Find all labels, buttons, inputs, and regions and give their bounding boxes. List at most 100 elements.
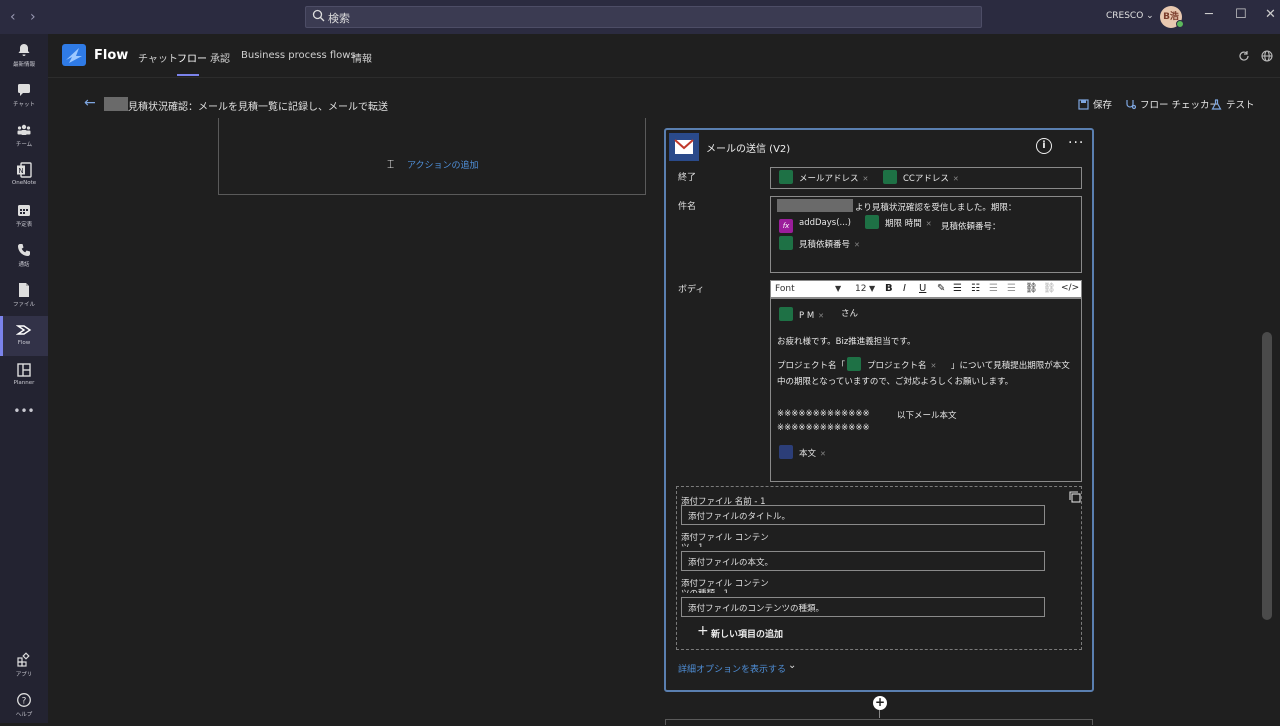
minimize-button[interactable]: ─ (1205, 7, 1213, 22)
search-placeholder: 検索 (328, 12, 350, 25)
rail-item-teams[interactable]: チーム (0, 116, 48, 156)
token-body[interactable]: 本文 ✕ (779, 445, 826, 461)
rail-item-files[interactable]: ファイル (0, 276, 48, 316)
rail-item-label: アプリ (15, 672, 33, 678)
flask-icon (1211, 99, 1222, 110)
body-text: 」について見積提出期限が本文 (951, 361, 1070, 371)
rail-item-calendar[interactable]: 予定表 (0, 196, 48, 236)
card-more-icon[interactable]: ··· (1068, 135, 1084, 151)
token-adddays[interactable]: fx addDays(...) (779, 215, 851, 233)
more-icon: ••• (13, 404, 35, 418)
chevron-down-icon[interactable]: ▼ (835, 284, 841, 293)
title-bar: ‹ › 検索 CRESCO ⌄ B浩 ─ ☐ ✕ (0, 0, 1280, 34)
remove-token-icon[interactable]: ✕ (854, 241, 860, 249)
designer-canvas: ⌶ アクションの追加 メールの送信 (V2) i ··· 終了 メールアドレス ✕… (48, 118, 1260, 725)
rail-item-apps[interactable]: アプリ (0, 646, 48, 686)
remove-token-icon[interactable]: ✕ (820, 450, 826, 458)
numbered-list-icon[interactable]: ☷ (971, 283, 980, 294)
back-button[interactable]: ← (84, 95, 96, 111)
app-header: Flow チャット フロー 承認 Business process flows … (48, 34, 1280, 78)
highlight-pen-icon[interactable]: ✎ (937, 283, 945, 294)
chat-icon (18, 84, 30, 96)
indent-icon[interactable]: ☰ (1007, 283, 1016, 294)
bold-button[interactable]: B (885, 283, 893, 294)
insert-step-button[interactable]: + (873, 696, 887, 710)
rail-item-onenote[interactable]: N OneNote (0, 156, 48, 196)
body-text: プロジェクト名「 (777, 361, 846, 371)
unlink-icon[interactable]: ⛓ (1043, 283, 1056, 294)
token-quote-number[interactable]: 見積依頼番号 ✕ (779, 236, 860, 252)
chevron-down-icon[interactable]: ▼ (869, 284, 875, 293)
info-icon[interactable]: i (1036, 138, 1052, 154)
token-pm[interactable]: P M ✕ (779, 307, 824, 323)
tab-approvals[interactable]: 承認 (210, 50, 230, 65)
body-editor[interactable]: P M ✕ さん お疲れ様です。Biz推進義担当です。 プロジェクト名「 プロジェ… (770, 298, 1082, 482)
forward-nav-button[interactable]: › (30, 9, 36, 25)
excel-icon (779, 170, 793, 184)
to-field[interactable]: メールアドレス ✕ CCアドレス ✕ (770, 167, 1082, 189)
rail-item-activity[interactable]: 最新情報 (0, 36, 48, 76)
attachment-name-input[interactable]: 添付ファイルのタイトル。 (681, 505, 1045, 525)
font-size-select[interactable]: 12 (855, 284, 866, 294)
token-project-name[interactable]: プロジェクト名 ✕ (847, 357, 936, 373)
globe-icon[interactable] (1261, 50, 1273, 62)
attachment-content-input[interactable]: 添付ファイルの本文。 (681, 551, 1045, 571)
flow-checker-button[interactable]: フロー チェッカー (1125, 97, 1219, 111)
show-advanced-options-link[interactable]: 詳細オプションを表示する (678, 662, 786, 675)
remove-token-icon[interactable]: ✕ (863, 175, 869, 183)
excel-icon (883, 170, 897, 184)
font-family-select[interactable]: Font (775, 284, 795, 294)
token-cc-address[interactable]: CCアドレス ✕ (883, 170, 959, 186)
excel-icon (865, 215, 879, 229)
card-title[interactable]: メールの送信 (V2) (706, 140, 790, 155)
save-icon (1078, 99, 1089, 110)
copy-icon[interactable] (1069, 491, 1081, 503)
scrollbar-thumb[interactable] (1262, 332, 1272, 620)
svg-text:N: N (18, 167, 23, 175)
rail-item-label: Flow (17, 340, 31, 346)
remove-token-icon[interactable]: ✕ (953, 175, 959, 183)
tab-about[interactable]: 情報 (352, 50, 372, 65)
rich-text-toolbar: Font ▼ 12 ▼ B I U ✎ ☰ ☷ ☰ ☰ ⛓ ⛓ </> (770, 280, 1082, 298)
tab-flow[interactable]: フロー (177, 50, 207, 65)
italic-button[interactable]: I (903, 283, 906, 294)
add-action-link[interactable]: アクションの追加 (407, 158, 479, 171)
attachment-type-input[interactable]: 添付ファイルのコンテンツの種類。 (681, 597, 1045, 617)
rail-item-label: 通話 (18, 262, 30, 268)
link-icon[interactable]: ⛓ (1025, 283, 1038, 294)
rail-item-flow[interactable]: Flow (0, 316, 48, 356)
test-button[interactable]: テスト (1211, 97, 1255, 111)
mail-icon (779, 445, 793, 459)
search-input[interactable]: 検索 (305, 6, 982, 28)
back-nav-button[interactable]: ‹ (10, 9, 16, 25)
body-text: 中の期限となっていますので、ご対応よろしくお願いします。 (777, 377, 1014, 387)
more-apps-button[interactable]: ••• (0, 400, 48, 424)
rail-item-help[interactable]: ? ヘルプ (0, 686, 48, 726)
body-text: ※※※※※※※※※※※※※ (777, 423, 870, 433)
save-button[interactable]: 保存 (1078, 97, 1112, 111)
refresh-icon[interactable] (1238, 50, 1250, 62)
rail-item-planner[interactable]: Planner (0, 356, 48, 396)
token-deadline-time[interactable]: 期限 時間 ✕ (865, 215, 932, 231)
add-new-item-button[interactable]: 新しい項目の追加 (711, 627, 783, 640)
token-email-address[interactable]: メールアドレス ✕ (779, 170, 868, 186)
underline-button[interactable]: U (919, 283, 926, 294)
outdent-icon[interactable]: ☰ (989, 283, 998, 294)
plus-icon: + (697, 623, 709, 639)
tab-chat[interactable]: チャット (138, 50, 178, 65)
rail-item-calls[interactable]: 通話 (0, 236, 48, 276)
excel-icon (779, 307, 793, 321)
remove-token-icon[interactable]: ✕ (926, 220, 932, 228)
tab-business-process-flows[interactable]: Business process flows (241, 50, 356, 61)
rail-item-chat[interactable]: チャット (0, 76, 48, 116)
remove-token-icon[interactable]: ✕ (931, 362, 937, 370)
maximize-button[interactable]: ☐ (1235, 7, 1247, 22)
chevron-down-icon[interactable]: ⌄ (788, 660, 796, 671)
code-view-icon[interactable]: </> (1061, 283, 1079, 293)
subject-field[interactable]: より見積状況確認を受信しました。期限： fx addDays(...) 期限 時間… (770, 196, 1082, 273)
remove-token-icon[interactable]: ✕ (818, 312, 824, 320)
org-switcher[interactable]: CRESCO ⌄ (1106, 11, 1154, 21)
bullet-list-icon[interactable]: ☰ (953, 283, 962, 294)
close-button[interactable]: ✕ (1265, 7, 1276, 22)
token-label: 本文 (799, 449, 817, 459)
